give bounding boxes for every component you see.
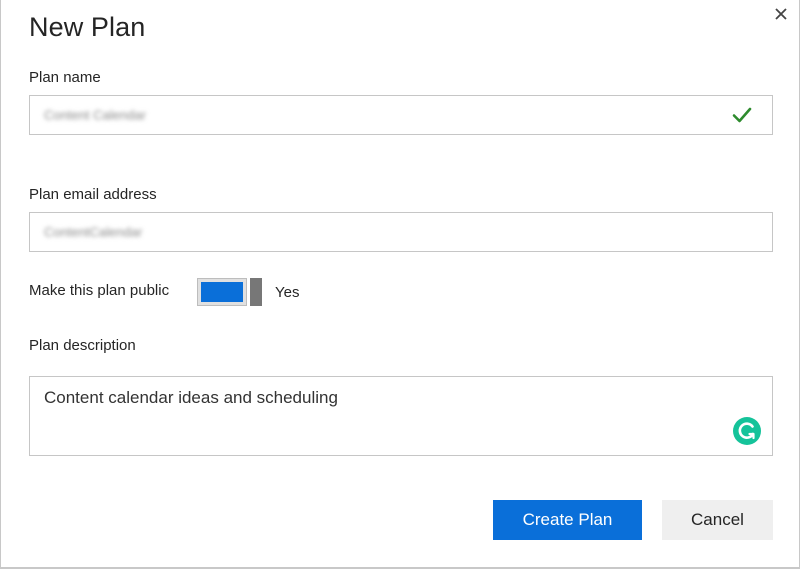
plan-description-textarea[interactable]: Content calendar ideas and scheduling xyxy=(29,376,773,456)
plan-email-value: ContentCalendar xyxy=(44,224,143,240)
public-toggle[interactable] xyxy=(197,278,264,306)
checkmark-icon xyxy=(732,105,752,125)
create-plan-button[interactable]: Create Plan xyxy=(493,500,642,540)
plan-email-label: Plan email address xyxy=(29,186,157,203)
plan-name-label: Plan name xyxy=(29,69,101,86)
cancel-button[interactable]: Cancel xyxy=(662,500,773,540)
public-toggle-state: Yes xyxy=(275,284,300,301)
close-icon[interactable] xyxy=(773,6,789,22)
plan-description-value: Content calendar ideas and scheduling xyxy=(44,388,338,407)
plan-name-value: Content Calendar xyxy=(44,107,146,123)
dialog-title: New Plan xyxy=(29,12,146,42)
plan-description-label: Plan description xyxy=(29,337,136,354)
plan-name-input[interactable]: Content Calendar xyxy=(29,95,773,135)
public-toggle-label: Make this plan public xyxy=(29,282,170,299)
new-plan-dialog: New Plan Plan name Content Calendar Plan… xyxy=(0,0,800,569)
plan-email-input[interactable]: ContentCalendar xyxy=(29,212,773,252)
toggle-fill xyxy=(201,282,243,302)
grammarly-icon[interactable] xyxy=(732,416,762,446)
toggle-thumb[interactable] xyxy=(250,278,262,306)
